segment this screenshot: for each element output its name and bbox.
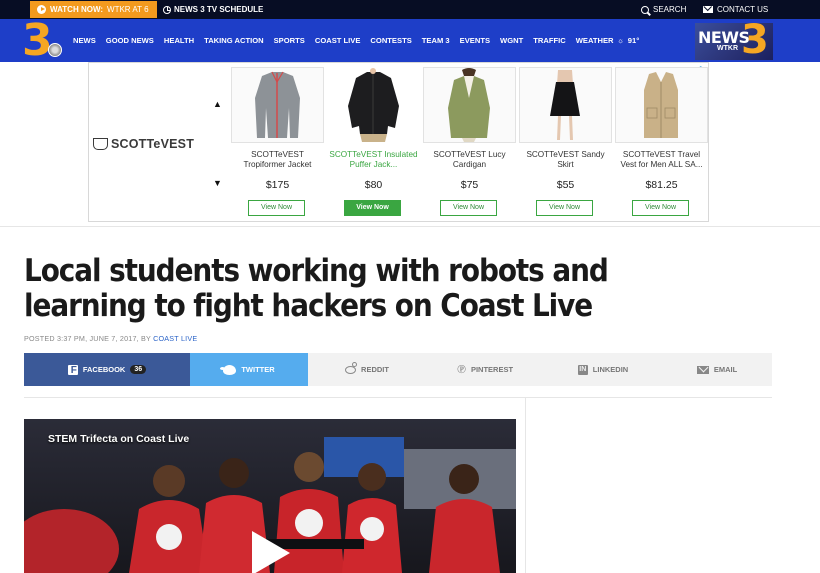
carousel-up-arrow[interactable]: ▲ <box>213 99 222 109</box>
share-facebook-label: FACEBOOK <box>82 365 126 374</box>
pinterest-icon: ℗ <box>456 362 466 376</box>
logo-numeral: 3 <box>22 15 53 66</box>
share-count-badge: 36 <box>130 365 147 374</box>
product-name: SCOTTeVEST Sandy Skirt <box>526 150 605 169</box>
ad-banner: SCOTTeVEST ▲ ▼ ▷ SCOTTeVEST Tropiformer … <box>88 62 709 222</box>
nav-item-taking-action[interactable]: TAKING ACTION <box>199 36 268 45</box>
watch-now-station: WTKR AT 6 <box>107 5 149 14</box>
product-price: $75 <box>460 179 479 191</box>
view-now-button[interactable]: View Now <box>440 200 497 216</box>
weather-temp: 91° <box>627 36 640 45</box>
divider <box>0 226 820 227</box>
ad-product-list: SCOTTeVEST Tropiformer Jacket $175 View … <box>231 67 708 221</box>
product-price: $55 <box>556 179 575 191</box>
nav-item-wgnt[interactable]: WGNT <box>495 36 528 45</box>
nav-item-events[interactable]: EVENTS <box>455 36 495 45</box>
ad-product[interactable]: SCOTTeVEST Lucy Cardigan $75 View Now <box>423 67 516 221</box>
share-pinterest-button[interactable]: ℗ PINTEREST <box>426 353 544 386</box>
view-now-button[interactable]: View Now <box>536 200 593 216</box>
product-name: SCOTTeVEST Tropiformer Jacket <box>243 150 312 169</box>
product-image[interactable] <box>615 67 708 143</box>
column-divider <box>525 398 526 573</box>
search-link[interactable]: SEARCH <box>641 0 686 19</box>
share-reddit-button[interactable]: REDDIT <box>308 353 426 386</box>
tv-schedule-label: NEWS 3 TV SCHEDULE <box>174 5 264 14</box>
play-icon <box>37 5 46 14</box>
share-facebook-button[interactable]: f FACEBOOK 36 <box>24 353 190 386</box>
byline-author-link[interactable]: COAST LIVE <box>153 334 197 343</box>
facebook-icon: f <box>67 364 78 376</box>
product-image[interactable] <box>327 67 420 143</box>
ad-product[interactable]: SCOTTeVEST Sandy Skirt $55 View Now <box>519 67 612 221</box>
nav-item-traffic[interactable]: TRAFFIC <box>528 36 570 45</box>
clock-icon <box>163 5 171 14</box>
ad-product[interactable]: SCOTTeVEST Insulated Puffer Jack... $80 … <box>327 67 420 221</box>
share-email-button[interactable]: EMAIL <box>662 353 772 386</box>
badge-numeral: 3 <box>741 23 769 60</box>
ad-product[interactable]: SCOTTeVEST Tropiformer Jacket $175 View … <box>231 67 324 221</box>
ad-brand-name: SCOTTeVEST <box>111 137 195 151</box>
share-linkedin-button[interactable]: in LINKEDIN <box>544 353 662 386</box>
weather-icon: ☼ <box>617 36 625 45</box>
byline-date: POSTED 3:37 PM, JUNE 7, 2017, BY <box>24 334 151 343</box>
search-label: SEARCH <box>653 5 687 14</box>
nav-item-coast-live[interactable]: COAST LIVE <box>310 36 366 45</box>
product-price: $175 <box>265 179 290 191</box>
ad-brand-logo[interactable]: SCOTTeVEST <box>93 137 194 151</box>
nav-item-weather[interactable]: WEATHER ☼ 91° <box>571 36 645 45</box>
nav-item-news[interactable]: NEWS <box>68 36 101 45</box>
top-utility-bar: WATCH NOW: WTKR AT 6 NEWS 3 TV SCHEDULE … <box>0 0 820 19</box>
share-pinterest-label: PINTEREST <box>470 365 514 374</box>
badge-callsign: WTKR <box>717 45 738 52</box>
contact-us-link[interactable]: CONTACT US <box>703 0 768 19</box>
ad-product[interactable]: SCOTTeVEST Travel Vest for Men ALL SA...… <box>615 67 708 221</box>
reddit-icon <box>345 361 358 374</box>
product-image[interactable] <box>519 67 612 143</box>
linkedin-icon: in <box>577 364 588 375</box>
carousel-down-arrow[interactable]: ▼ <box>213 178 222 188</box>
share-twitter-label: TWITTER <box>241 365 275 374</box>
video-title: STEM Trifecta on Coast Live <box>48 433 190 445</box>
mail-icon <box>703 6 713 13</box>
share-twitter-button[interactable]: TWITTER <box>190 353 308 386</box>
watch-now-label: WATCH NOW: <box>50 5 104 14</box>
product-name: SCOTTeVEST Lucy Cardigan <box>433 150 506 169</box>
nav-item-health[interactable]: HEALTH <box>159 36 199 45</box>
product-name: SCOTTeVEST Travel Vest for Men ALL SA... <box>620 150 703 169</box>
share-linkedin-label: LINKEDIN <box>592 365 629 374</box>
shield-icon <box>93 138 108 150</box>
view-now-button[interactable]: View Now <box>344 200 401 216</box>
email-icon <box>696 365 709 374</box>
product-image[interactable] <box>231 67 324 143</box>
nav-item-sports[interactable]: SPORTS <box>269 36 310 45</box>
video-player[interactable]: STEM Trifecta on Coast Live <box>24 419 516 573</box>
twitter-icon <box>220 364 237 375</box>
product-price: $80 <box>364 179 383 191</box>
weather-label: WEATHER <box>575 36 614 45</box>
cbs-eye-icon <box>48 43 62 57</box>
contact-label: CONTACT US <box>717 5 769 14</box>
product-image[interactable] <box>423 67 516 143</box>
article-headline: Local students working with robots and l… <box>24 253 609 324</box>
nav-item-good-news[interactable]: GOOD NEWS <box>101 36 159 45</box>
view-now-button[interactable]: View Now <box>632 200 689 216</box>
view-now-button[interactable]: View Now <box>248 200 305 216</box>
divider <box>24 397 772 398</box>
video-play-icon[interactable] <box>249 531 290 573</box>
site-logo[interactable]: 3 <box>22 15 64 66</box>
nav-item-contests[interactable]: CONTESTS <box>365 36 416 45</box>
search-icon <box>641 5 649 14</box>
product-price: $81.25 <box>645 179 678 191</box>
nav-items: NEWS GOOD NEWS HEALTH TAKING ACTION SPOR… <box>68 19 644 62</box>
share-reddit-label: REDDIT <box>361 365 389 374</box>
product-name: SCOTTeVEST Insulated Puffer Jack... <box>329 150 418 169</box>
nav-item-team-3[interactable]: TEAM 3 <box>417 36 455 45</box>
share-email-label: EMAIL <box>713 365 738 374</box>
share-bar: f FACEBOOK 36 TWITTER REDDIT ℗ PINTEREST… <box>24 353 772 386</box>
news3-badge[interactable]: NEWS 3 WTKR <box>695 23 773 60</box>
tv-schedule-link[interactable]: NEWS 3 TV SCHEDULE <box>163 0 263 19</box>
article-byline: POSTED 3:37 PM, JUNE 7, 2017, BY COAST L… <box>24 334 197 343</box>
